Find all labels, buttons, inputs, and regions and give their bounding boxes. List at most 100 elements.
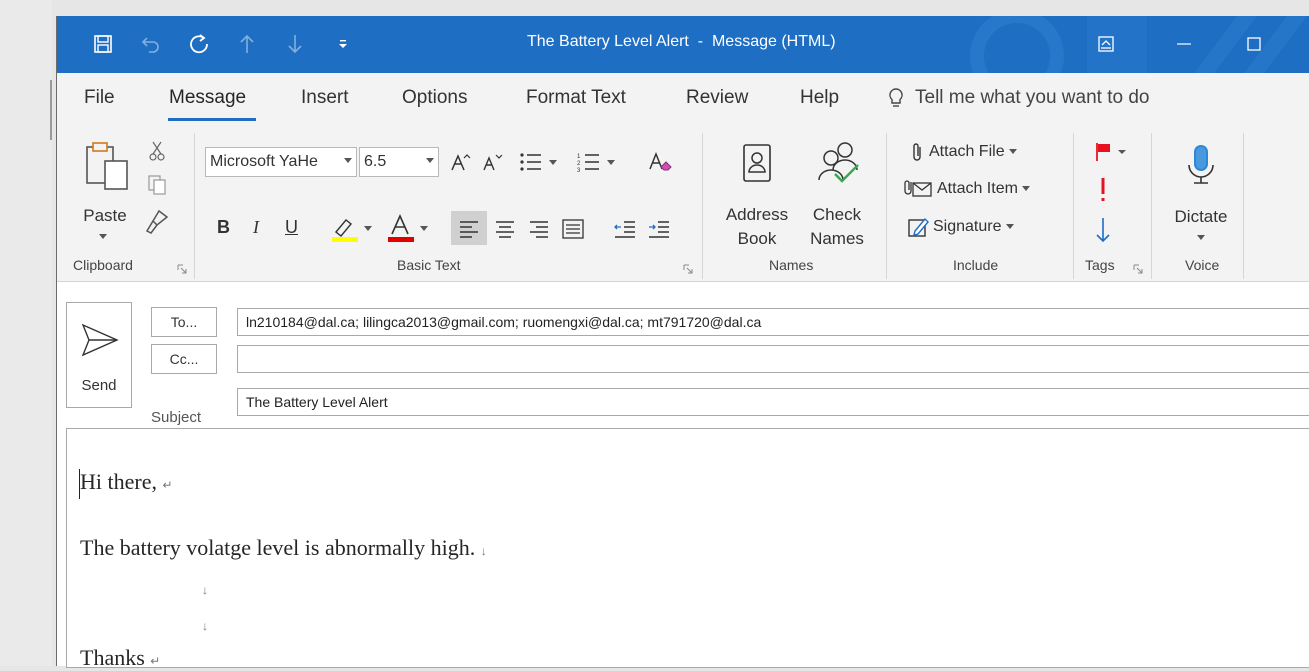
names-group-label: Names bbox=[769, 257, 814, 273]
paragraph-mark: ↵ bbox=[162, 478, 173, 492]
bold-icon[interactable]: B bbox=[217, 217, 230, 238]
separator bbox=[886, 133, 887, 279]
separator bbox=[702, 133, 703, 279]
cut-icon[interactable] bbox=[145, 139, 169, 163]
tell-me-search[interactable]: Tell me what you want to do bbox=[887, 87, 1149, 109]
grow-font-icon[interactable] bbox=[445, 147, 475, 177]
increase-indent-icon[interactable] bbox=[643, 215, 675, 243]
microphone-icon[interactable] bbox=[1181, 139, 1221, 191]
high-importance-icon[interactable] bbox=[1093, 175, 1113, 205]
left-gutter bbox=[0, 0, 52, 666]
tab-review[interactable]: Review bbox=[686, 87, 748, 109]
quick-access-toolbar bbox=[79, 29, 367, 59]
edge-line bbox=[50, 80, 52, 140]
font-dropdown-icon[interactable] bbox=[344, 158, 352, 164]
attach-item-icon bbox=[904, 180, 932, 197]
send-label: Send bbox=[81, 377, 117, 394]
paste-icon[interactable] bbox=[79, 137, 135, 197]
paste-dropdown-icon[interactable] bbox=[93, 230, 113, 244]
check-names-text-2: Names bbox=[810, 229, 864, 248]
dictate-label[interactable]: Dictate bbox=[1169, 205, 1233, 229]
low-importance-icon[interactable] bbox=[1091, 213, 1115, 247]
active-tab-indicator bbox=[168, 118, 256, 121]
font-size-combo[interactable]: 6.5 bbox=[359, 147, 439, 177]
attach-file-button[interactable]: Attach File bbox=[909, 141, 1017, 163]
paste-label[interactable]: Paste bbox=[77, 204, 133, 228]
separator bbox=[1243, 133, 1244, 279]
undo-icon[interactable] bbox=[127, 29, 175, 59]
attach-item-label: Attach Item bbox=[937, 180, 1018, 197]
format-painter-icon[interactable] bbox=[143, 207, 171, 237]
message-window: The Battery Level Alert - Message (HTML)… bbox=[56, 16, 1309, 671]
to-button[interactable]: To... bbox=[151, 307, 217, 337]
maximize-icon[interactable] bbox=[1232, 30, 1276, 58]
address-book-text: Address bbox=[725, 205, 789, 224]
tab-message[interactable]: Message bbox=[169, 87, 246, 109]
tab-insert[interactable]: Insert bbox=[301, 87, 349, 109]
line-break-mark: ↓ bbox=[202, 619, 208, 633]
down-arrow-icon[interactable] bbox=[271, 29, 319, 59]
align-right-icon[interactable] bbox=[523, 215, 555, 243]
signature-icon bbox=[908, 217, 929, 237]
cc-button[interactable]: Cc... bbox=[151, 344, 217, 374]
attach-item-button[interactable]: Attach Item bbox=[903, 179, 1030, 199]
align-center-icon[interactable] bbox=[489, 215, 521, 243]
clipboard-launcher-icon[interactable] bbox=[177, 261, 187, 274]
numbering-icon[interactable]: 123 bbox=[571, 147, 625, 177]
redo-icon[interactable] bbox=[175, 29, 223, 59]
attach-file-label: Attach File bbox=[929, 143, 1005, 160]
align-left-icon[interactable] bbox=[453, 215, 485, 243]
address-book-label[interactable]: Address Book bbox=[717, 203, 797, 251]
lightbulb-icon bbox=[889, 88, 903, 107]
body-line-message: The battery volatge level is abnormally … bbox=[80, 535, 487, 561]
attach-file-dropdown-icon bbox=[1008, 149, 1017, 154]
font-color-icon[interactable] bbox=[385, 213, 435, 245]
tab-file[interactable]: File bbox=[84, 87, 115, 109]
send-button[interactable]: Send bbox=[66, 302, 132, 408]
font-name-combo[interactable]: Microsoft YaHe bbox=[205, 147, 357, 177]
dictate-dropdown-icon[interactable] bbox=[1193, 231, 1209, 245]
check-names-icon[interactable] bbox=[809, 137, 865, 187]
bullets-icon[interactable] bbox=[513, 147, 567, 177]
minimize-icon[interactable] bbox=[1162, 30, 1206, 58]
shrink-font-icon[interactable] bbox=[477, 147, 507, 177]
title-bar: The Battery Level Alert - Message (HTML) bbox=[57, 16, 1309, 73]
underline-icon[interactable]: U bbox=[285, 217, 298, 238]
signature-label: Signature bbox=[933, 218, 1002, 235]
closing-text: Thanks bbox=[80, 645, 151, 670]
message-body[interactable]: Hi there, ↵ The battery volatge level is… bbox=[66, 428, 1309, 671]
tags-launcher-icon[interactable] bbox=[1133, 261, 1143, 274]
follow-up-flag-icon[interactable] bbox=[1091, 139, 1131, 165]
tab-format-text[interactable]: Format Text bbox=[526, 87, 626, 109]
window-title: The Battery Level Alert - Message (HTML) bbox=[527, 33, 836, 50]
address-book-icon[interactable] bbox=[733, 139, 781, 187]
tab-help[interactable]: Help bbox=[800, 87, 839, 109]
tab-options[interactable]: Options bbox=[402, 87, 467, 109]
save-icon[interactable] bbox=[79, 29, 127, 59]
check-names-label[interactable]: Check Names bbox=[799, 203, 875, 251]
body-line-closing: Thanks ↵ bbox=[80, 645, 160, 671]
copy-icon[interactable] bbox=[145, 173, 169, 197]
basic-text-group-label: Basic Text bbox=[397, 257, 461, 273]
subject-field[interactable]: The Battery Level Alert bbox=[237, 388, 1309, 416]
font-name-value: Microsoft YaHe bbox=[210, 153, 318, 170]
body-line-greeting: Hi there, ↵ bbox=[80, 469, 173, 495]
cc-field[interactable] bbox=[237, 345, 1309, 373]
customize-qat-icon[interactable] bbox=[319, 29, 367, 59]
basic-text-launcher-icon[interactable] bbox=[683, 261, 693, 274]
ribbon: Paste Clipboard Microsoft YaHe 6.5 1 2 3… bbox=[57, 127, 1309, 282]
line-break-mark: ↓ bbox=[202, 583, 208, 597]
to-field[interactable]: ln210184@dal.ca; lilingca2013@gmail.com;… bbox=[237, 308, 1309, 336]
clear-formatting-icon[interactable] bbox=[643, 147, 677, 177]
italic-icon[interactable]: I bbox=[253, 217, 259, 238]
font-size-dropdown-icon[interactable] bbox=[426, 158, 434, 164]
highlight-color-icon[interactable] bbox=[329, 213, 379, 245]
up-arrow-icon[interactable] bbox=[223, 29, 271, 59]
svg-text:1: 1 bbox=[577, 154, 581, 160]
ribbon-display-icon[interactable] bbox=[1084, 30, 1128, 58]
justify-icon[interactable] bbox=[557, 215, 589, 243]
tell-me-text: Tell me what you want to do bbox=[915, 87, 1150, 108]
separator bbox=[194, 133, 195, 279]
signature-button[interactable]: Signature bbox=[907, 216, 1014, 238]
decrease-indent-icon[interactable] bbox=[609, 215, 641, 243]
